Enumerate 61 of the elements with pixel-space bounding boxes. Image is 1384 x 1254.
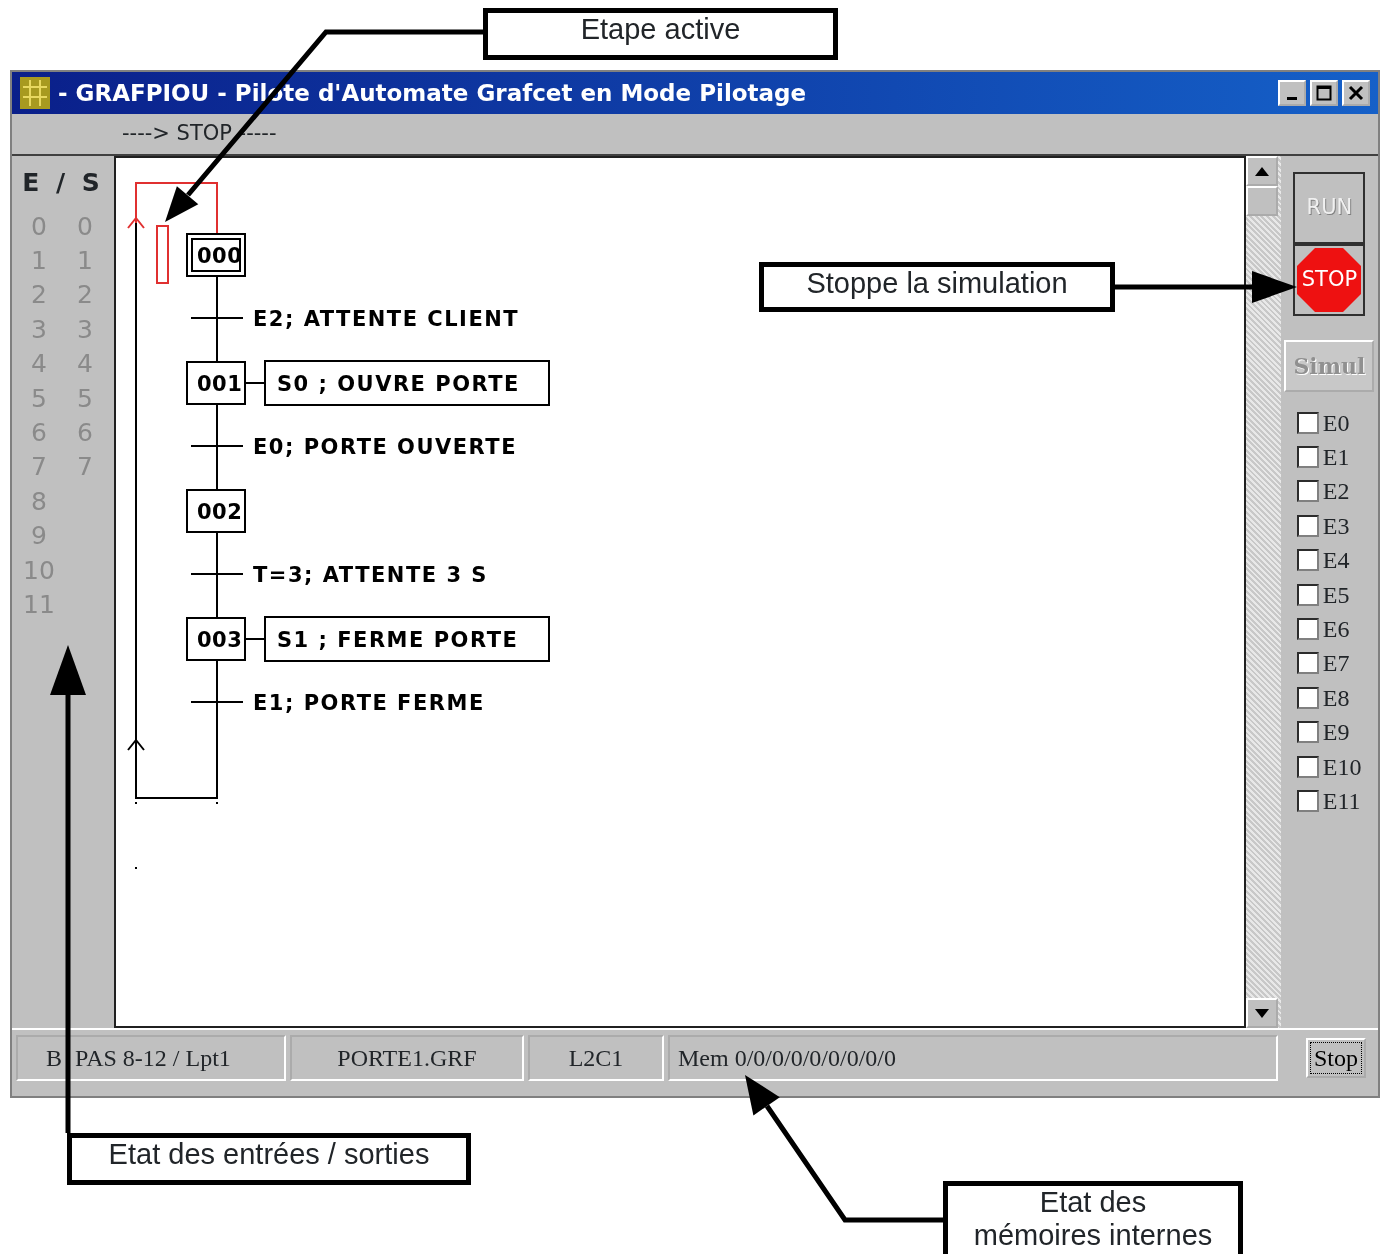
status-pane: L2C1 (528, 1035, 664, 1081)
step-number: 003 (197, 628, 243, 652)
link-line (244, 382, 267, 384)
checkbox-label: E8 (1322, 683, 1350, 713)
checkbox-label: E5 (1322, 580, 1350, 610)
checkbox[interactable] (1296, 686, 1319, 709)
checkbox-label: E9 (1322, 718, 1350, 748)
checkbox-label: E11 (1322, 787, 1361, 816)
status-pane: Mem 0/0/0/0/0/0/0/0/0 (668, 1035, 1278, 1081)
checkbox-label: E7 (1322, 649, 1350, 679)
transition-label: E1; PORTE FERME (253, 691, 485, 715)
status-pane: PORTE1.GRF (290, 1035, 524, 1081)
scrollbar-thumb[interactable] (1246, 186, 1279, 216)
step-number: 002 (197, 500, 243, 524)
checkbox-label: E10 (1322, 752, 1362, 782)
action-text: S0 ; OUVRE PORTE (277, 372, 520, 396)
io-header: E / S (22, 167, 104, 199)
stop-button[interactable]: Stop (1306, 1038, 1366, 1078)
callout-label: Etat des mémoires internes (943, 1181, 1243, 1254)
checkbox-label: E6 (1322, 615, 1350, 645)
scroll-down-button[interactable] (1246, 998, 1279, 1028)
checkbox-label: E4 (1322, 546, 1350, 576)
close-icon (1348, 85, 1364, 101)
checkbox-label: E3 (1322, 511, 1350, 541)
app-icon (20, 77, 50, 109)
maximize-button[interactable] (1310, 80, 1338, 106)
step-number: 000 (197, 244, 243, 268)
checkbox[interactable] (1296, 480, 1319, 503)
checkbox[interactable] (1296, 790, 1319, 812)
stop-sign-icon (1295, 246, 1364, 314)
callout-label: Stoppe la simulation (759, 262, 1115, 312)
callout-label: Etape active (483, 8, 838, 60)
callout-label: Etat des entrées / sorties (67, 1133, 471, 1185)
minimize-button[interactable] (1278, 80, 1306, 106)
checkbox[interactable] (1296, 583, 1319, 606)
checkbox[interactable] (1296, 652, 1319, 675)
close-button[interactable] (1342, 80, 1370, 106)
checkbox-label: E0 (1322, 408, 1350, 438)
transition-label: E2; ATTENTE CLIENT (253, 307, 520, 331)
transition-label: T=3; ATTENTE 3 S (253, 563, 489, 587)
checkbox[interactable] (1296, 514, 1319, 537)
scroll-up-button[interactable] (1246, 156, 1279, 186)
checkbox[interactable] (1296, 549, 1319, 572)
link-line (244, 638, 267, 640)
down-arrow-icon (1255, 1008, 1270, 1018)
checkbox-label: E2 (1322, 477, 1350, 507)
stop-button[interactable]: STOP (1293, 244, 1366, 316)
step-number: 001 (197, 372, 243, 396)
checkbox[interactable] (1296, 755, 1319, 778)
checkbox-label: E1 (1322, 443, 1350, 473)
status-text: B (46, 1044, 62, 1073)
checkbox[interactable] (1296, 446, 1319, 469)
checkbox[interactable] (1296, 411, 1319, 434)
action-text: S1 ; FERME PORTE (277, 628, 519, 652)
transition-label: E0; PORTE OUVERTE (253, 435, 518, 459)
checkbox[interactable] (1296, 618, 1319, 641)
status-text: PAS 8-12 / Lpt1 (75, 1044, 231, 1073)
maximize-icon (1316, 85, 1332, 101)
checkbox[interactable] (1296, 721, 1319, 744)
minimize-icon (1287, 96, 1297, 100)
up-arrow-icon (1255, 166, 1270, 176)
